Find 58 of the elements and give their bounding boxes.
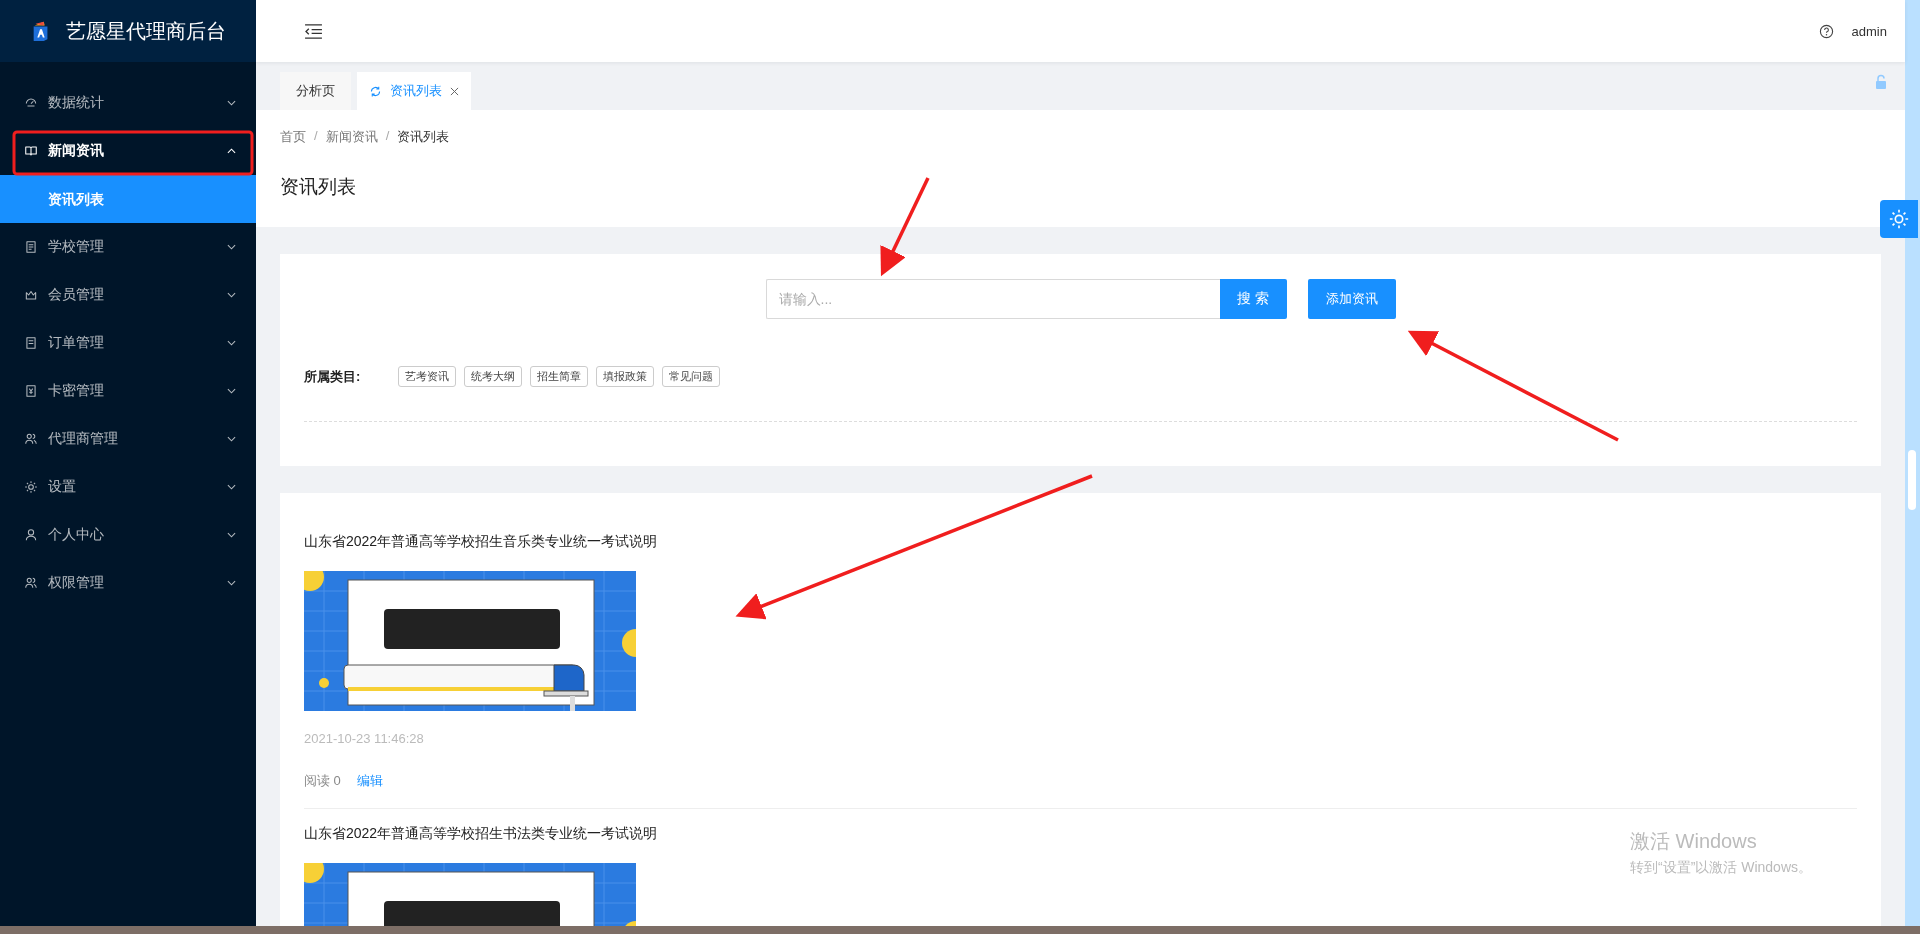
- chevron-down-icon: [227, 292, 236, 298]
- sidebar-item[interactable]: 学校管理: [0, 223, 256, 271]
- menu-icon: [24, 576, 38, 590]
- activation-title: 激活 Windows: [1630, 829, 1758, 854]
- menu-icon: [24, 336, 38, 350]
- article-title[interactable]: 山东省2022年普通高等学校招生音乐类专业统一考试说明: [304, 533, 658, 551]
- menu-icon: [24, 432, 38, 446]
- help-icon[interactable]: [1818, 23, 1834, 39]
- sidebar-item[interactable]: 代理商管理: [0, 415, 256, 463]
- chevron-down-icon: [227, 580, 236, 586]
- sidebar-item[interactable]: 新闻资讯: [0, 127, 256, 175]
- chevron-up-icon: [227, 148, 236, 154]
- menu-icon: [24, 144, 38, 158]
- sidebar-item[interactable]: 会员管理: [0, 271, 256, 319]
- breadcrumb-link[interactable]: 新闻资讯: [325, 128, 378, 146]
- breadcrumb-separator: /: [314, 128, 318, 145]
- username[interactable]: admin: [1851, 23, 1887, 39]
- search-field[interactable]: 请输入...: [765, 279, 1220, 319]
- chevron-down-icon: [227, 244, 236, 250]
- category-label: 所属类目:: [304, 367, 362, 386]
- category-tag[interactable]: 艺考资讯: [398, 366, 456, 387]
- category-tag[interactable]: 常见问题: [662, 366, 720, 387]
- menu-icon: [24, 96, 38, 110]
- menu-icon: [24, 528, 38, 542]
- read-count: 阅读 0: [304, 772, 341, 790]
- page-tab[interactable]: 分析页: [280, 72, 351, 110]
- category-tag[interactable]: 填报政策: [596, 366, 654, 387]
- menu-fold-icon[interactable]: [304, 23, 323, 39]
- sidebar-item[interactable]: 订单管理: [0, 319, 256, 367]
- breadcrumb-link[interactable]: 首页: [280, 128, 306, 146]
- settings-button[interactable]: [1880, 200, 1918, 238]
- menu-icon: [24, 240, 38, 254]
- menu-icon: [24, 384, 38, 398]
- sidebar-item[interactable]: 权限管理: [0, 559, 256, 607]
- gear-icon: [1888, 208, 1910, 230]
- chevron-down-icon: [227, 388, 236, 394]
- close-icon[interactable]: [450, 86, 459, 96]
- category-tag[interactable]: 统考大纲: [464, 366, 522, 387]
- chevron-down-icon: [227, 436, 236, 442]
- category-tag[interactable]: 招生简章: [530, 366, 588, 387]
- activation-hint: 转到“设置”以激活 Windows。: [1630, 859, 1812, 877]
- chevron-down-icon: [227, 532, 236, 538]
- chevron-down-icon: [227, 484, 236, 490]
- article-title[interactable]: 山东省2022年普通高等学校招生书法类专业统一考试说明: [304, 825, 658, 843]
- sidebar-item[interactable]: 个人中心: [0, 511, 256, 559]
- sidebar-item[interactable]: 卡密管理: [0, 367, 256, 415]
- app-title: 艺愿星代理商后台: [66, 18, 226, 44]
- scrollbar[interactable]: [1905, 0, 1920, 926]
- refresh-icon: [369, 84, 382, 98]
- sidebar-item[interactable]: 设置: [0, 463, 256, 511]
- sidebar-item[interactable]: 数据统计: [0, 79, 256, 127]
- page-title: 资讯列表: [280, 175, 357, 199]
- chevron-down-icon: [227, 340, 236, 346]
- chevron-down-icon: [227, 100, 236, 106]
- menu-icon: [24, 480, 38, 494]
- publish-date: 2021-10-23 11:46:28: [304, 731, 425, 746]
- menu-icon: [24, 288, 38, 302]
- breadcrumb-separator: /: [385, 128, 390, 145]
